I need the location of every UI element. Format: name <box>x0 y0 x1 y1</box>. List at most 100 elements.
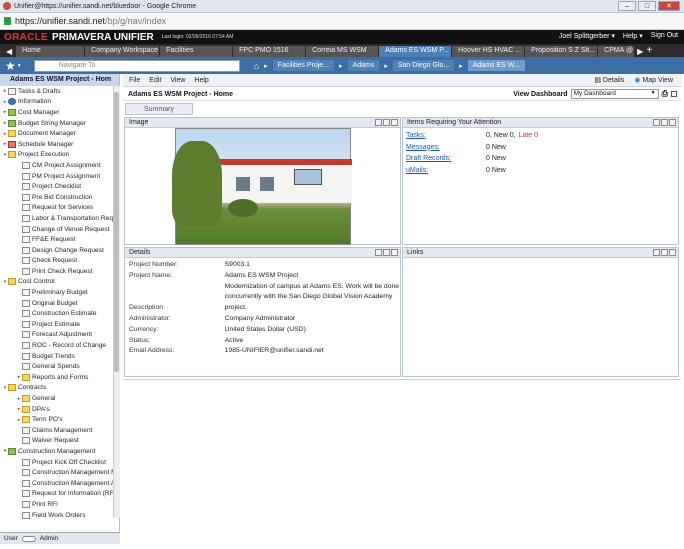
sidebar-item[interactable]: Forecast Adjustment <box>0 330 119 341</box>
sidebar-item[interactable]: Preliminary Budget <box>0 287 119 298</box>
tab-fpc-pmo[interactable]: FPC PMO 1516 <box>233 46 306 57</box>
maximize-icon[interactable] <box>669 119 676 126</box>
breadcrumb-item-current[interactable]: Adams ES W... <box>467 60 525 71</box>
close-button[interactable]: ✕ <box>658 1 680 11</box>
menu-edit[interactable]: Edit <box>149 77 161 84</box>
sidebar-item[interactable]: Original Budget <box>0 298 119 309</box>
tab-hoover[interactable]: Hoover HS HVAC ... <box>452 46 525 57</box>
attention-link[interactable]: Draft Records: <box>406 155 486 162</box>
sidebar-item[interactable]: Field Work Orders <box>0 510 119 521</box>
menu-file[interactable]: File <box>129 77 140 84</box>
sidebar-item[interactable]: Claims Management <box>0 425 119 436</box>
menu-help[interactable]: Help <box>194 77 208 84</box>
refresh-icon[interactable] <box>653 249 660 256</box>
menu-view[interactable]: View <box>170 77 185 84</box>
address-bar[interactable]: https://unifier.sandi.net/bp/g/nav/index <box>0 13 684 30</box>
minimize-icon[interactable] <box>661 119 668 126</box>
attention-link[interactable]: uMails: <box>406 167 486 174</box>
sidebar-item[interactable]: Change of Venue Request <box>0 224 119 235</box>
sidebar-item[interactable]: Construction Management A <box>0 478 119 489</box>
maximize-icon[interactable] <box>669 249 676 256</box>
sidebar-item[interactable]: ▾ Cost Control <box>0 277 119 288</box>
maximize-button[interactable]: □ <box>638 1 656 11</box>
sidebar-item[interactable]: ▸ Document Manager <box>0 128 119 139</box>
refresh-icon[interactable] <box>653 119 660 126</box>
favorites-star-icon[interactable]: ★ <box>5 59 16 73</box>
tab-home[interactable]: Home <box>16 46 85 57</box>
sidebar-item[interactable]: ROC - Record of Change <box>0 340 119 351</box>
sidebar-item[interactable]: FF&E Request <box>0 234 119 245</box>
sidebar-item[interactable]: Project Estimate <box>0 319 119 330</box>
mode-toggle[interactable] <box>21 535 36 542</box>
back-arrow-icon[interactable]: ◀ <box>6 47 12 56</box>
sidebar-item[interactable]: Waiver Request <box>0 436 119 447</box>
sidebar-scroll-thumb[interactable] <box>114 92 119 372</box>
chevron-down-icon[interactable]: ▼ <box>17 63 22 69</box>
sidebar-item[interactable]: Labor & Transportation Requ <box>0 213 119 224</box>
sidebar-title[interactable]: Adams ES WSM Project - Hom <box>0 74 119 86</box>
tab-company-workspace[interactable]: Company Workspace <box>85 46 160 57</box>
sidebar-item[interactable]: ▾ Project Execution <box>0 150 119 161</box>
maximize-icon[interactable] <box>391 249 398 256</box>
breadcrumb-item-san-diego[interactable]: San Diego Glo... <box>392 60 455 71</box>
sidebar-item[interactable]: ▸ General <box>0 393 119 404</box>
sidebar-item[interactable]: Budget Trends <box>0 351 119 362</box>
sidebar-item[interactable]: Project Kick Off Checklist <box>0 457 119 468</box>
sidebar-item[interactable]: ▸ Cost Manager <box>0 107 119 118</box>
tab-proposition[interactable]: Proposition S Z Sit... <box>525 46 598 57</box>
sidebar-item[interactable]: Print Check Request <box>0 266 119 277</box>
forward-arrow-icon[interactable]: ▶ <box>637 47 643 56</box>
sidebar-item[interactable]: Project Checklist <box>0 181 119 192</box>
add-tab-icon[interactable]: + <box>646 45 652 56</box>
sidebar-item-label: Original Budget <box>32 299 78 307</box>
attention-link[interactable]: Tasks: <box>406 132 486 139</box>
maximize-icon[interactable] <box>671 91 677 97</box>
sidebar-item[interactable]: Construction Management M <box>0 467 119 478</box>
sidebar-item[interactable]: ▾ Contracts <box>0 383 119 394</box>
minimize-icon[interactable] <box>661 249 668 256</box>
sidebar-item[interactable]: ▸ Information <box>0 97 119 108</box>
map-view-button[interactable]: ◉ Map View <box>634 76 673 84</box>
print-icon[interactable]: ⎙ <box>662 89 668 99</box>
sidebar-item[interactable]: General Spends <box>0 361 119 372</box>
sidebar-item[interactable]: ▸ Schedule Manager <box>0 139 119 150</box>
sidebar-item[interactable]: Construction Estimate <box>0 308 119 319</box>
minimize-button[interactable]: – <box>618 1 636 11</box>
sidebar-item[interactable]: Print RFI <box>0 499 119 510</box>
home-icon[interactable]: ⌂ <box>254 61 259 71</box>
tab-correia[interactable]: Correia MS WSM <box>306 46 379 57</box>
sidebar-item[interactable]: ▾ Construction Management <box>0 446 119 457</box>
breadcrumb-item-adams[interactable]: Adams <box>347 60 380 71</box>
tab-summary[interactable]: Summary <box>125 103 193 115</box>
minimize-icon[interactable] <box>383 119 390 126</box>
sidebar-item[interactable]: Design Change Request <box>0 245 119 256</box>
sidebar-item[interactable]: CM Project Assignment <box>0 160 119 171</box>
minimize-icon[interactable] <box>383 249 390 256</box>
user-menu[interactable]: Joel Splittgerber ▾ <box>559 32 615 40</box>
sidebar-item-label: ROC - Record of Change <box>32 342 107 350</box>
sidebar-item[interactable]: Request for Information (RFI <box>0 489 119 500</box>
tab-cpma[interactable]: CPMA @ <box>598 46 635 57</box>
sidebar-item[interactable]: Pre Bid Construction <box>0 192 119 203</box>
tab-facilities[interactable]: Facilities <box>160 46 233 57</box>
dashboard-select[interactable]: My Dashboard ▼ <box>570 89 659 99</box>
sidebar-item[interactable]: Check Request <box>0 256 119 267</box>
details-button[interactable]: ▤ Details <box>594 76 624 84</box>
attention-link[interactable]: Messages: <box>406 144 486 151</box>
sidebar-item[interactable]: ▸ DPA's <box>0 404 119 415</box>
url-text[interactable]: https://unifier.sandi.net/bp/g/nav/index <box>15 16 166 26</box>
sidebar-item[interactable]: ▸ Reports and Forms <box>0 372 119 383</box>
sidebar-item[interactable]: Request for Services <box>0 203 119 214</box>
tab-adams-active[interactable]: Adams ES WSM P... × <box>379 46 452 57</box>
refresh-icon[interactable] <box>375 249 382 256</box>
sign-out-link[interactable]: Sign Out <box>651 32 678 40</box>
navigate-to-input[interactable]: Navigate To <box>33 59 240 72</box>
maximize-icon[interactable] <box>391 119 398 126</box>
breadcrumb-item-facilities[interactable]: Facilities Proje... <box>272 60 335 71</box>
sidebar-item[interactable]: ▸ Tasks & Drafts <box>0 86 119 97</box>
sidebar-item[interactable]: ▸ Budget String Manager <box>0 118 119 129</box>
sidebar-item[interactable]: ▸ Term PO's <box>0 414 119 425</box>
refresh-icon[interactable] <box>375 119 382 126</box>
help-menu[interactable]: Help ▾ <box>623 32 643 40</box>
sidebar-item[interactable]: PM Project Assignment <box>0 171 119 182</box>
